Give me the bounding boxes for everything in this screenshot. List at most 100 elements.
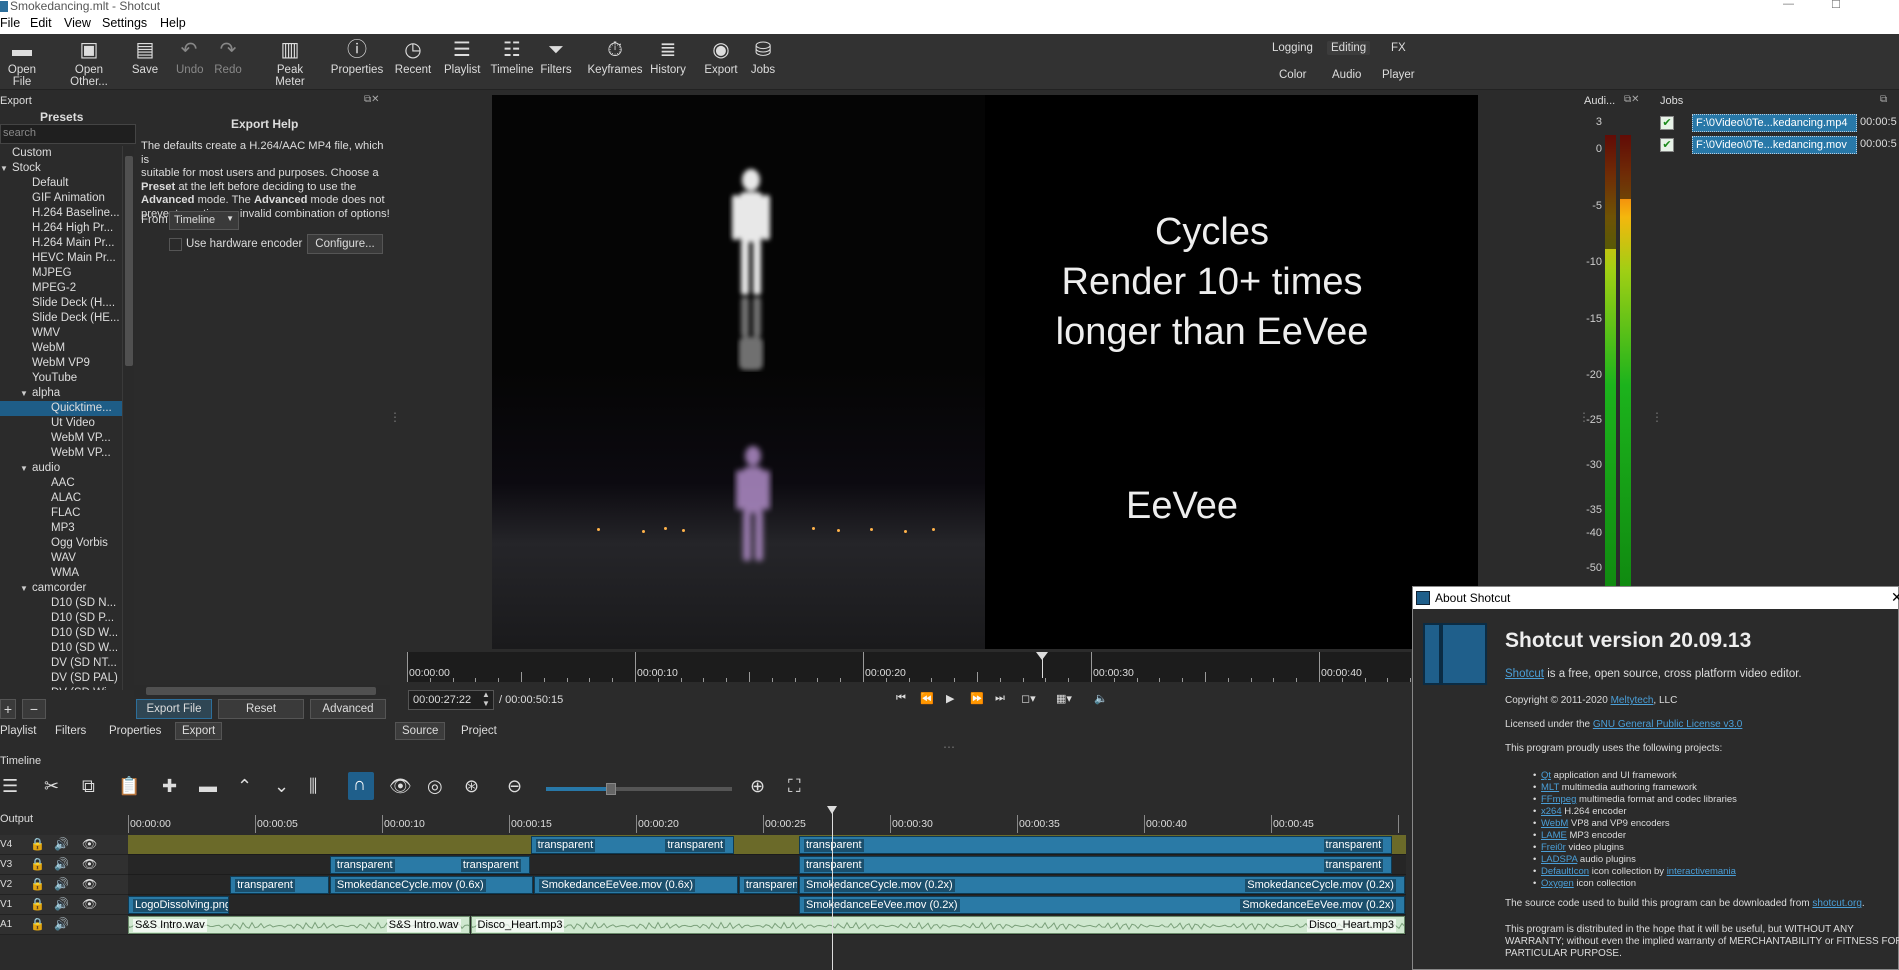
ripple-all-icon[interactable]: ⊛ bbox=[464, 776, 479, 797]
preset-tree-hscrollbar[interactable] bbox=[134, 685, 390, 697]
menu-view[interactable]: View bbox=[64, 16, 91, 30]
layout-logging[interactable]: Logging bbox=[1272, 42, 1313, 54]
preset-tree-item[interactable]: D10 (SD P... bbox=[0, 611, 122, 626]
preset-tree-item[interactable]: H.264 High Pr... bbox=[0, 221, 122, 236]
close-icon[interactable]: ✕ bbox=[1891, 589, 1899, 606]
tab-properties[interactable]: Properties bbox=[109, 725, 161, 737]
preset-tree-item[interactable]: DV (SD NT... bbox=[0, 656, 122, 671]
expand-arrow-icon[interactable]: ▼ bbox=[0, 161, 8, 176]
preset-tree-item[interactable]: HEVC Main Pr... bbox=[0, 251, 122, 266]
tab-source[interactable]: Source bbox=[395, 722, 446, 740]
splitter-handle[interactable]: ⋮ bbox=[389, 410, 401, 424]
preset-tree-item[interactable]: DV (SD Wi... bbox=[0, 686, 122, 690]
toolbar-history-button[interactable]: ≣ History bbox=[648, 36, 688, 86]
project-link[interactable]: FFmpeg bbox=[1541, 794, 1576, 805]
eye-icon[interactable]: 👁 bbox=[82, 857, 97, 871]
eye-icon[interactable]: 👁 bbox=[82, 897, 97, 911]
preset-tree-item[interactable]: Slide Deck (HE... bbox=[0, 311, 122, 326]
preset-tree-item[interactable]: D10 (SD W... bbox=[0, 626, 122, 641]
speaker-icon[interactable]: 🔊 bbox=[54, 897, 69, 911]
expand-arrow-icon[interactable]: ▼ bbox=[20, 581, 28, 596]
preset-tree-item[interactable]: Slide Deck (H.... bbox=[0, 296, 122, 311]
append-icon[interactable]: ✚ bbox=[162, 776, 177, 797]
preset-tree-item[interactable]: Quicktime... bbox=[0, 401, 122, 416]
menu-file[interactable]: File bbox=[0, 16, 20, 30]
reset-button[interactable]: Reset bbox=[218, 699, 304, 719]
layout-color[interactable]: Color bbox=[1279, 69, 1306, 81]
project-link[interactable]: x264 bbox=[1541, 806, 1562, 817]
preset-tree-item[interactable]: FLAC bbox=[0, 506, 122, 521]
preset-tree-scrollbar[interactable] bbox=[122, 146, 134, 690]
timeline-playhead-marker[interactable] bbox=[827, 806, 837, 814]
speaker-icon[interactable]: 🔊 bbox=[54, 857, 69, 871]
toolbar-open-other-button[interactable]: ▣ Open Other... bbox=[58, 36, 120, 88]
lock-icon[interactable]: 🔒 bbox=[30, 837, 45, 851]
maximize-button[interactable]: ☐ bbox=[1831, 0, 1841, 11]
split-icon[interactable]: ⫼ bbox=[309, 776, 317, 797]
toolbar-playlist-button[interactable]: ☰ Playlist bbox=[444, 36, 480, 86]
audio-dock-buttons[interactable]: ⧉✕ bbox=[1624, 94, 1640, 105]
preset-tree-item[interactable]: D10 (SD N... bbox=[0, 596, 122, 611]
timeline-playhead[interactable] bbox=[832, 808, 833, 970]
cut-icon[interactable]: ✂ bbox=[44, 776, 59, 797]
snap-button[interactable]: ∩ bbox=[348, 772, 374, 800]
remove-icon[interactable]: ▬ bbox=[199, 776, 217, 797]
preset-tree-item[interactable]: WAV bbox=[0, 551, 122, 566]
preset-tree-item[interactable]: AAC bbox=[0, 476, 122, 491]
viewer-playhead-marker[interactable] bbox=[1036, 652, 1048, 660]
timeline-menu-icon[interactable]: ☰ bbox=[2, 776, 18, 797]
toolbar-filters-button[interactable]: ⏷ Filters bbox=[540, 36, 572, 86]
menu-help[interactable]: Help bbox=[160, 16, 186, 30]
add-preset-button[interactable]: + bbox=[0, 699, 16, 719]
video-clip[interactable]: transparent transparent bbox=[530, 836, 735, 854]
lift-icon[interactable]: ⌃ bbox=[237, 776, 252, 797]
overwrite-icon[interactable]: ⌄ bbox=[274, 776, 289, 797]
export-file-button[interactable]: Export File bbox=[136, 699, 212, 719]
video-clip[interactable]: SmokedanceEeVee.mov (0.6x) bbox=[534, 876, 738, 894]
expand-arrow-icon[interactable]: ▼ bbox=[20, 461, 28, 476]
audio-clip[interactable]: S&S Intro.wav S&S Intro.wav bbox=[128, 916, 470, 934]
meltytech-link[interactable]: Meltytech bbox=[1611, 695, 1654, 706]
project-author-link[interactable]: interactivemania bbox=[1667, 866, 1736, 877]
skip-to-end-icon[interactable]: ⏭ bbox=[995, 692, 1005, 705]
menu-settings[interactable]: Settings bbox=[102, 16, 147, 30]
toolbar-redo-button[interactable]: ↷ Redo bbox=[214, 36, 242, 86]
toolbar-keyframes-button[interactable]: ⏱ Keyframes bbox=[586, 36, 644, 86]
layout-editing[interactable]: Editing bbox=[1327, 41, 1371, 55]
shotcut-org-link[interactable]: shotcut.org bbox=[1812, 898, 1861, 909]
toolbar-open-file-button[interactable]: ▬ Open File bbox=[0, 36, 44, 88]
preset-tree-item[interactable]: ▼ alpha bbox=[0, 386, 122, 401]
eye-icon[interactable]: 👁 bbox=[82, 837, 97, 851]
lock-icon[interactable]: 🔒 bbox=[30, 877, 45, 891]
video-clip[interactable]: SmokedanceCycle.mov (0.2x) SmokedanceCycl… bbox=[798, 876, 1405, 894]
jobs-dock-buttons[interactable]: ⧉ bbox=[1880, 94, 1887, 105]
viewer-scrub-ruler[interactable]: 00:00:00 00:00:10 00:00:20 00:00:30 00:00:40 bbox=[407, 652, 1412, 682]
tab-project[interactable]: Project bbox=[461, 725, 497, 737]
from-combo[interactable]: Timeline ▼ bbox=[169, 211, 239, 230]
zoom-slider-handle[interactable] bbox=[606, 783, 616, 795]
zoom-icon[interactable]: ◻▾ bbox=[1021, 692, 1036, 705]
preset-tree-item[interactable]: ▼ audio bbox=[0, 461, 122, 476]
preset-tree-item[interactable]: ▼ Stock bbox=[0, 161, 122, 176]
gpl-link[interactable]: GNU General Public License v3.0 bbox=[1593, 719, 1743, 730]
preset-tree-item[interactable]: ALAC bbox=[0, 491, 122, 506]
toolbar-jobs-button[interactable]: ⛁ Jobs bbox=[746, 36, 780, 86]
rewind-icon[interactable]: ⏪ bbox=[920, 692, 934, 705]
tab-filters[interactable]: Filters bbox=[55, 725, 86, 737]
configure-button[interactable]: Configure... bbox=[307, 234, 383, 254]
toolbar-properties-button[interactable]: ⓘ Properties bbox=[330, 36, 384, 86]
video-clip[interactable]: transparent transparent bbox=[798, 856, 1393, 874]
ripple-icon[interactable]: ◎ bbox=[427, 776, 443, 797]
skip-to-start-icon[interactable]: ⏮ bbox=[896, 692, 906, 705]
hscrollbar-thumb[interactable] bbox=[146, 687, 376, 695]
preset-tree-item[interactable]: MPEG-2 bbox=[0, 281, 122, 296]
timeline-splitter[interactable]: ⋯ bbox=[943, 740, 955, 754]
toolbar-export-button[interactable]: ◉ Export bbox=[702, 36, 740, 86]
video-clip[interactable]: SmokedanceCycle.mov (0.6x) bbox=[329, 876, 534, 894]
timeline-zoom-slider[interactable] bbox=[546, 783, 732, 795]
zoom-in-icon[interactable]: ⊕ bbox=[750, 776, 765, 797]
video-clip[interactable]: LogoDissolving.png bbox=[128, 896, 230, 914]
video-clip[interactable]: transparent bbox=[738, 876, 798, 894]
preset-tree-item[interactable]: Ogg Vorbis bbox=[0, 536, 122, 551]
preset-tree-item[interactable]: Ut Video bbox=[0, 416, 122, 431]
